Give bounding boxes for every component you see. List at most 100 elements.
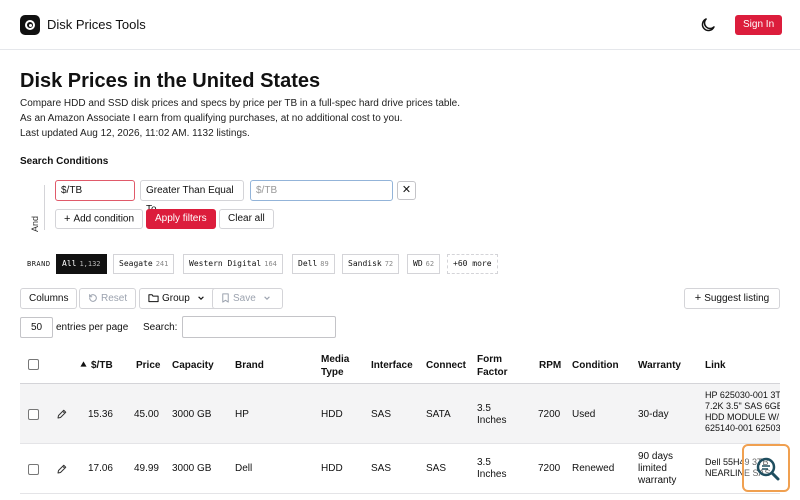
chip-name: All [62, 259, 77, 268]
cell-condition: Used [572, 409, 596, 420]
cell-line: 3.5 [477, 403, 491, 414]
sort-up-icon[interactable] [80, 360, 87, 368]
col-interface[interactable]: Interface [371, 359, 413, 372]
condition-value-input[interactable]: $/TB [250, 180, 393, 201]
cell-interface: SAS [371, 463, 392, 474]
group-button[interactable]: Group [139, 288, 217, 309]
cell-media-type: HDD [321, 409, 343, 420]
floating-search-widget[interactable] [742, 444, 790, 492]
col-price[interactable]: Price [136, 359, 160, 372]
add-condition-button[interactable]: + Add condition [55, 209, 144, 229]
pencil-icon[interactable] [56, 463, 68, 475]
row-checkbox[interactable] [28, 409, 39, 420]
reset-button[interactable]: Reset [79, 288, 137, 309]
cell-brand: HP [235, 409, 249, 420]
brand-chip-western-digital[interactable]: Western Digital 164 [183, 254, 283, 274]
brand-chip-seagate[interactable]: Seagate 241 [113, 254, 175, 274]
header-line: Type [321, 367, 344, 378]
cell-link[interactable]: HP 625030-001 3TB 7.2K 3.5" SAS 6GB HDD MO… [705, 390, 780, 434]
chip-count: 89 [320, 260, 329, 268]
and-label[interactable]: And [30, 216, 40, 232]
bookmark-icon [222, 293, 229, 303]
moon-icon[interactable] [699, 16, 717, 34]
chip-count: 1,132 [79, 260, 101, 268]
condition-field-select[interactable]: $/TB [55, 180, 135, 201]
cell-interface: SAS [371, 409, 392, 420]
cell-warranty: 90 days limited warranty [638, 451, 676, 487]
cell-form-factor: 3.5 Inches [477, 403, 506, 427]
cell-price: 45.00 [133, 409, 159, 420]
brand-chip-all[interactable]: All 1,132 [56, 254, 107, 274]
col-media-type[interactable]: Media Type [321, 353, 349, 379]
cell-capacity: 3000 GB [172, 409, 212, 420]
cell-line: 3.5 [477, 457, 491, 468]
search-input[interactable] [182, 316, 336, 338]
chip-name: +60 more [453, 259, 492, 268]
col-price-per-tb[interactable]: $/TB [91, 359, 113, 372]
brand-chip-sandisk[interactable]: Sandisk 72 [342, 254, 400, 274]
and-group-line [44, 185, 45, 230]
header-line: Media [321, 354, 350, 365]
cell-form-factor: 3.5 Inches [477, 457, 506, 481]
reset-label: Reset [101, 293, 128, 304]
columns-button[interactable]: Columns [20, 288, 78, 309]
cell-line: 90 days [638, 451, 674, 462]
cell-condition: Renewed [572, 463, 615, 474]
brand-chip-more[interactable]: +60 more [447, 254, 498, 274]
col-condition[interactable]: Condition [572, 359, 619, 372]
brand-chip-wd[interactable]: WD 62 [407, 254, 441, 274]
cell-connect: SAS [426, 463, 447, 474]
chip-count: 241 [155, 260, 169, 268]
col-form-factor[interactable]: Form Factor [477, 353, 508, 379]
suggest-listing-button[interactable]: + Suggest listing [684, 288, 780, 309]
row-checkbox[interactable] [28, 464, 39, 475]
condition-operator-select[interactable]: Greater Than Equal To [140, 180, 244, 215]
magnifier-icon [756, 457, 780, 481]
brand-filter-label: BRAND [27, 260, 51, 268]
sign-in-button[interactable]: Sign In [735, 15, 783, 35]
cell-line: warranty [638, 475, 677, 486]
col-rpm[interactable]: RPM [539, 359, 561, 372]
remove-condition-button[interactable]: ✕ [397, 181, 416, 200]
col-capacity[interactable]: Capacity [172, 359, 214, 372]
close-icon: ✕ [401, 184, 412, 196]
disk-hole [28, 23, 32, 27]
app-title[interactable]: Disk Prices Tools [47, 17, 146, 32]
link-line[interactable]: HP 625030-001 3TB [705, 390, 780, 400]
page-title: Disk Prices in the United States [20, 70, 321, 92]
link-line[interactable]: 7.2K 3.5" SAS 6GB [705, 401, 780, 411]
col-link[interactable]: Link [705, 359, 726, 372]
link-line[interactable]: 625140-001 625031 [705, 423, 780, 433]
brand-chip-dell[interactable]: Dell 89 [292, 254, 335, 274]
chip-name: Sandisk [348, 259, 382, 268]
pencil-icon[interactable] [56, 408, 68, 420]
chip-name: Western Digital [189, 259, 262, 268]
clear-all-button[interactable]: Clear all [219, 209, 274, 229]
save-button[interactable]: Save [212, 288, 283, 309]
link-line[interactable]: HDD MODULE W/ [705, 412, 779, 422]
group-label: Group [162, 293, 190, 304]
chevron-down-icon [197, 296, 204, 301]
col-brand[interactable]: Brand [235, 359, 264, 372]
cell-line: limited [638, 463, 667, 474]
col-connect[interactable]: Connect [426, 359, 466, 372]
chip-count: 164 [264, 260, 277, 268]
header-line: Factor [477, 367, 508, 378]
cell-media-type: HDD [321, 463, 343, 474]
per-page-select[interactable]: 50 [20, 317, 53, 338]
apply-filters-button[interactable]: Apply filters [146, 209, 216, 229]
disk-logo-icon[interactable] [20, 15, 40, 35]
last-updated: Last updated Aug 12, 2026, 11:02 AM. 113… [20, 128, 250, 139]
suggest-listing-label: Suggest listing [704, 293, 770, 305]
chevron-down-icon [263, 296, 270, 301]
chip-name: Seagate [119, 259, 153, 268]
select-all-checkbox[interactable] [28, 359, 39, 370]
reset-icon [89, 294, 97, 303]
chip-count: 72 [384, 260, 394, 268]
chip-name: Dell [298, 259, 318, 268]
cell-line: Inches [477, 469, 507, 480]
folder-icon [148, 294, 159, 303]
cell-rpm: 7200 [538, 409, 561, 420]
cell-price: 49.99 [133, 463, 159, 474]
col-warranty[interactable]: Warranty [638, 359, 681, 372]
